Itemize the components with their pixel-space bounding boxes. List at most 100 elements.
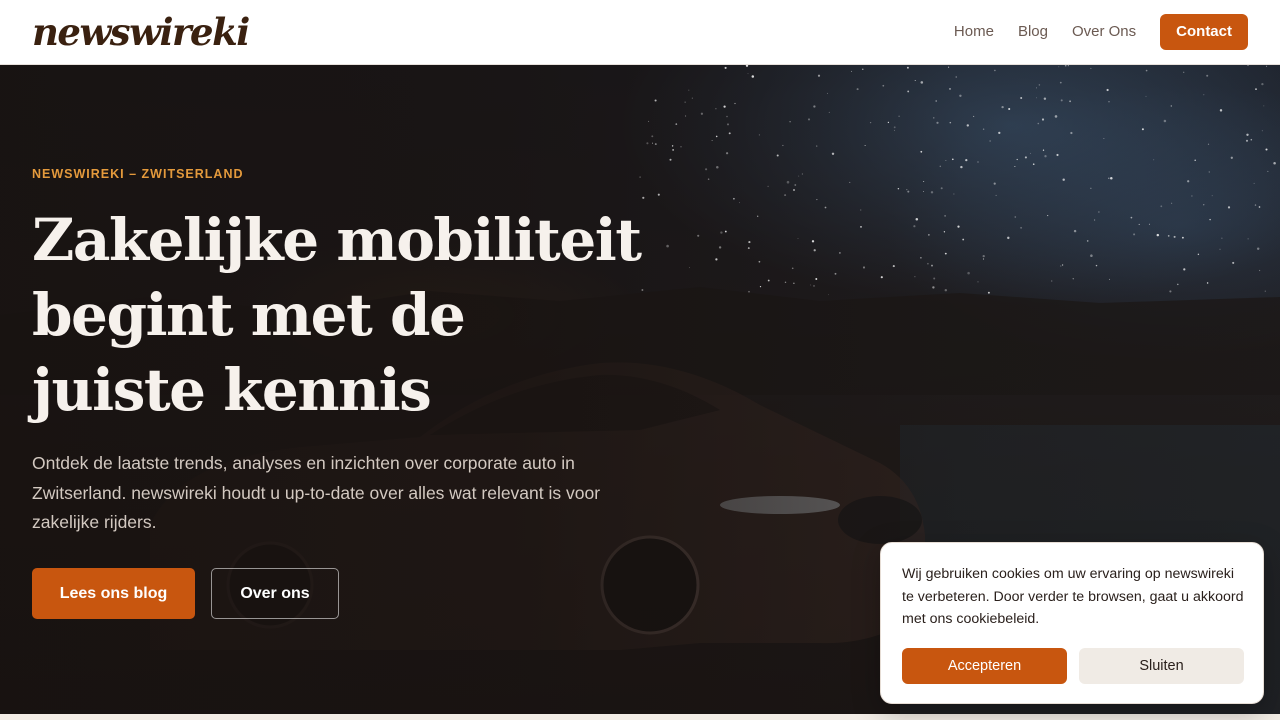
star: [654, 143, 657, 146]
star: [1261, 82, 1264, 86]
star: [1208, 171, 1211, 173]
read-blog-button[interactable]: Lees ons blog: [32, 568, 195, 619]
star: [1007, 236, 1010, 240]
star: [671, 145, 674, 147]
star: [1030, 152, 1031, 154]
star: [943, 231, 946, 233]
star: [1170, 105, 1173, 107]
nav-link-blog[interactable]: Blog: [1018, 14, 1048, 50]
about-us-button[interactable]: Over ons: [211, 568, 339, 619]
star: [1020, 226, 1023, 229]
star: [739, 202, 740, 204]
site-header: newswireki Home Blog Over Ons Contact: [0, 0, 1280, 65]
star: [1141, 128, 1144, 131]
star: [1094, 219, 1096, 221]
contact-button[interactable]: Contact: [1160, 14, 1248, 50]
star: [1145, 69, 1148, 72]
star: [813, 105, 816, 108]
star: [1256, 247, 1260, 250]
star: [813, 285, 815, 287]
star: [1138, 223, 1140, 225]
star: [1148, 223, 1150, 225]
star: [824, 206, 827, 209]
star: [1001, 105, 1004, 109]
star: [784, 281, 787, 284]
cookie-close-button[interactable]: Sluiten: [1079, 648, 1244, 684]
star: [817, 74, 821, 77]
star: [784, 194, 787, 197]
star: [1103, 138, 1105, 140]
star: [930, 191, 934, 194]
hero-title-line: juiste kennis: [32, 356, 432, 424]
star: [1090, 187, 1092, 189]
star: [913, 225, 916, 228]
site-logo[interactable]: newswireki: [32, 8, 250, 56]
star: [715, 258, 718, 261]
star: [1062, 178, 1065, 181]
star: [1246, 133, 1249, 136]
star: [1061, 264, 1064, 266]
star: [977, 281, 979, 283]
star: [882, 84, 885, 87]
star: [718, 246, 722, 249]
star: [1086, 240, 1089, 242]
star: [1206, 282, 1209, 284]
star: [944, 215, 946, 217]
nav-link-over-ons[interactable]: Over Ons: [1072, 14, 1136, 50]
nav-link-home[interactable]: Home: [954, 14, 994, 50]
star: [733, 197, 735, 200]
star: [1024, 156, 1027, 159]
star: [1042, 149, 1045, 151]
star: [672, 149, 674, 151]
star: [1247, 238, 1249, 240]
star: [939, 165, 942, 168]
star: [734, 102, 736, 105]
star: [960, 165, 963, 169]
star: [944, 252, 947, 255]
star: [894, 129, 895, 131]
star: [1247, 65, 1249, 67]
star: [700, 112, 704, 115]
star: [1163, 119, 1167, 123]
star: [1265, 148, 1268, 151]
star: [962, 238, 965, 241]
star: [1267, 170, 1269, 172]
star: [797, 238, 799, 239]
star: [951, 158, 954, 161]
star: [1095, 264, 1098, 267]
star: [1008, 107, 1011, 111]
star: [1044, 155, 1047, 158]
star: [816, 199, 818, 201]
star: [1108, 177, 1110, 179]
star: [887, 121, 890, 124]
star: [1177, 283, 1179, 286]
star: [711, 140, 713, 141]
star: [697, 234, 700, 237]
star: [1211, 195, 1213, 197]
star: [1041, 118, 1045, 121]
hero-eyebrow: NEWSWIREKI – ZWITSERLAND: [32, 167, 244, 181]
star: [932, 286, 935, 289]
star: [989, 140, 991, 142]
star: [949, 121, 952, 124]
star: [998, 131, 1001, 135]
star: [716, 165, 719, 169]
star: [1014, 166, 1016, 167]
star: [1032, 163, 1035, 166]
star: [747, 73, 749, 75]
star: [1263, 105, 1265, 107]
star: [715, 135, 718, 138]
star: [982, 258, 985, 260]
star: [1056, 153, 1059, 157]
star: [724, 230, 727, 233]
star: [851, 70, 853, 72]
star: [1245, 139, 1249, 142]
star: [1043, 97, 1047, 100]
star: [1036, 97, 1037, 99]
star: [914, 276, 916, 278]
hero-title: Zakelijke mobiliteit begint met de juist…: [32, 203, 672, 428]
star: [953, 193, 955, 195]
cookie-accept-button[interactable]: Accepteren: [902, 648, 1067, 684]
star: [1194, 159, 1196, 162]
star: [816, 145, 818, 147]
